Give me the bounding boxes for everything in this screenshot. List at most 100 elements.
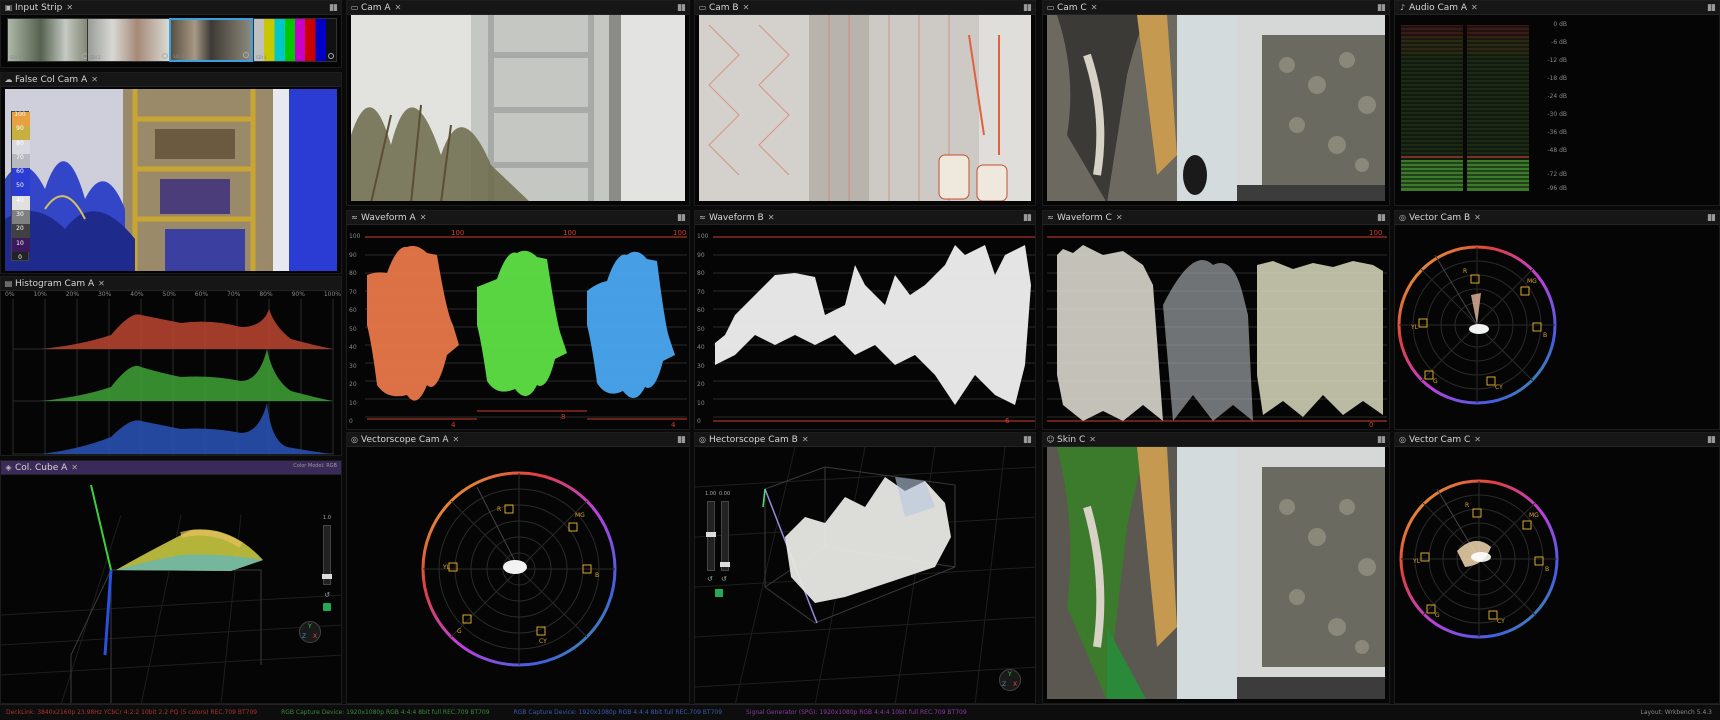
false-color-video bbox=[5, 89, 337, 271]
hector-slider-2[interactable] bbox=[720, 501, 730, 571]
tick-label: 90% bbox=[291, 291, 305, 298]
cam-a-panel: ▭ Cam A ✕ ▮▮ bbox=[346, 0, 690, 206]
input-thumb-selected[interactable]: SDI 3 bbox=[169, 18, 253, 62]
vector-b-scope: R MG B CY G YL bbox=[1397, 245, 1557, 405]
scale-label: 40 bbox=[16, 196, 24, 204]
slider-value: 1.00 bbox=[705, 491, 717, 497]
status-input-1: DeckLink: 3840x2160p 23.98Hz YCbCr 4:2:2… bbox=[6, 709, 258, 716]
menu-icon[interactable]: ▮▮ bbox=[1377, 213, 1386, 223]
label-b: B bbox=[1545, 566, 1549, 573]
menu-icon[interactable]: ▮▮ bbox=[1707, 3, 1716, 13]
green-axis bbox=[90, 484, 112, 571]
panel-title: Waveform A bbox=[361, 212, 416, 223]
tick-label: 20% bbox=[65, 291, 80, 298]
close-icon[interactable]: ✕ bbox=[1089, 435, 1096, 444]
close-icon[interactable]: ✕ bbox=[395, 3, 402, 12]
label-g: G bbox=[1433, 378, 1438, 385]
histogram-chart bbox=[12, 299, 334, 455]
false-color-image bbox=[5, 89, 337, 271]
lock-toggle[interactable] bbox=[323, 603, 331, 611]
menu-icon[interactable]: ▮▮ bbox=[1023, 3, 1032, 13]
panel-header: ◎ Hectorscope Cam B ✕ ▮▮ bbox=[695, 433, 1035, 447]
close-icon[interactable]: ✕ bbox=[802, 435, 809, 444]
db-label: -48 dB bbox=[1547, 147, 1567, 154]
tick-label: 80% bbox=[259, 291, 273, 298]
input-thumb[interactable]: SDI 1 bbox=[7, 18, 91, 62]
gizmo-x: X bbox=[1013, 681, 1018, 688]
clip-mark: 4 bbox=[451, 421, 456, 429]
scale-label: 80 bbox=[16, 139, 24, 147]
axis-gizmo[interactable]: Y Z X bbox=[299, 621, 321, 643]
label-r: R bbox=[1463, 268, 1467, 275]
scale-label: 60 bbox=[697, 307, 705, 314]
scale-label: 10 bbox=[349, 399, 357, 407]
close-icon[interactable]: ✕ bbox=[66, 3, 73, 12]
histogram-ticks: 0% 10% 20% 30% 40% 50% 60% 70% 80% 90% 100% bbox=[5, 291, 341, 298]
lock-toggle[interactable] bbox=[715, 589, 723, 597]
cam-b-panel: ▭ Cam B ✕ ▮▮ bbox=[694, 0, 1036, 206]
gizmo-y: Y bbox=[1008, 671, 1012, 678]
menu-icon[interactable]: ▮▮ bbox=[677, 435, 686, 445]
label-yl: YL bbox=[1410, 324, 1419, 331]
menu-icon[interactable]: ▮▮ bbox=[1023, 213, 1032, 223]
db-label: -12 dB bbox=[1547, 57, 1567, 64]
close-icon[interactable]: ✕ bbox=[768, 213, 775, 222]
monitor-icon: ▭ bbox=[350, 3, 359, 12]
vector-c-scope: R MG B CY G YL bbox=[1399, 479, 1559, 639]
label-b: B bbox=[595, 572, 599, 579]
panel-title: Waveform B bbox=[709, 212, 764, 223]
menu-icon[interactable]: ▮▮ bbox=[329, 3, 338, 13]
tick-label: 10% bbox=[33, 291, 47, 298]
close-icon[interactable]: ✕ bbox=[1474, 435, 1481, 444]
thumb-label: SDI 2 bbox=[90, 55, 101, 60]
scale-label: 10 bbox=[697, 399, 705, 407]
input-thumb[interactable]: SDI 4 bbox=[253, 18, 337, 62]
reset-icon[interactable]: ↺ bbox=[721, 575, 727, 583]
menu-icon[interactable]: ▮▮ bbox=[1707, 435, 1716, 445]
tick-label: 30% bbox=[97, 291, 112, 298]
menu-icon[interactable]: ▮▮ bbox=[677, 213, 686, 223]
close-icon[interactable]: ✕ bbox=[1474, 213, 1481, 222]
menu-icon[interactable]: ▮▮ bbox=[677, 3, 686, 13]
close-icon[interactable]: ✕ bbox=[1091, 3, 1098, 12]
hector-slider-1[interactable] bbox=[706, 501, 716, 571]
axis-gizmo[interactable]: Y Z X bbox=[999, 669, 1021, 691]
db-label: -96 dB bbox=[1547, 185, 1567, 192]
color-cube-view bbox=[1, 484, 341, 703]
slider-value: 1.0 bbox=[323, 515, 331, 521]
audio-db-scale: 0 dB -6 dB -12 dB -18 dB -24 dB -30 dB -… bbox=[1545, 21, 1567, 197]
thumb-label: SDI 3 bbox=[173, 54, 184, 59]
status-input-2: RGB Capture Device: 1920x1080p RGB 4:4:4… bbox=[281, 709, 490, 716]
waveform-red bbox=[367, 245, 459, 401]
close-icon[interactable]: ✕ bbox=[453, 435, 460, 444]
panel-header: ◈ Col. Cube A ✕ Color Model: RGB bbox=[1, 461, 341, 475]
panel-title: Histogram Cam A bbox=[15, 278, 95, 289]
clip-mark: 8 bbox=[561, 413, 566, 421]
close-icon[interactable]: ✕ bbox=[420, 213, 427, 222]
waveform-c-left bbox=[1057, 245, 1163, 421]
scale-label: 100 bbox=[349, 233, 361, 240]
reset-icon[interactable]: ↺ bbox=[323, 591, 331, 599]
menu-icon[interactable]: ▮▮ bbox=[1377, 435, 1386, 445]
db-label: -18 dB bbox=[1547, 75, 1567, 82]
scope-app: ▣ Input Strip ✕ ▮▮ SDI 1 SDI 2 SDI 3 SDI 4 … bbox=[0, 0, 1720, 720]
menu-icon[interactable]: ▮▮ bbox=[1707, 213, 1716, 223]
close-icon[interactable]: ✕ bbox=[743, 3, 750, 12]
close-icon[interactable]: ✕ bbox=[1471, 3, 1478, 12]
input-thumb[interactable]: SDI 2 bbox=[87, 18, 171, 62]
menu-icon[interactable]: ▮▮ bbox=[1377, 3, 1386, 13]
close-icon[interactable]: ✕ bbox=[91, 75, 98, 84]
label-g: G bbox=[1435, 612, 1440, 619]
close-icon[interactable]: ✕ bbox=[71, 463, 78, 472]
clip-mark: 100 bbox=[563, 229, 577, 237]
hectorscope-b-view bbox=[695, 447, 1035, 703]
menu-icon[interactable]: ▮▮ bbox=[1023, 435, 1032, 445]
reset-icon[interactable]: ↺ bbox=[707, 575, 713, 583]
scale-label: 70 bbox=[16, 153, 24, 161]
cube-zoom-slider[interactable] bbox=[322, 525, 332, 585]
vector-c-panel: ◎ Vector Cam C ✕ ▮▮ R MG B CY G YL bbox=[1394, 432, 1720, 704]
close-icon[interactable]: ✕ bbox=[98, 279, 105, 288]
close-icon[interactable]: ✕ bbox=[1116, 213, 1123, 222]
cam-a-image bbox=[351, 15, 685, 201]
db-label: -30 dB bbox=[1547, 111, 1567, 118]
